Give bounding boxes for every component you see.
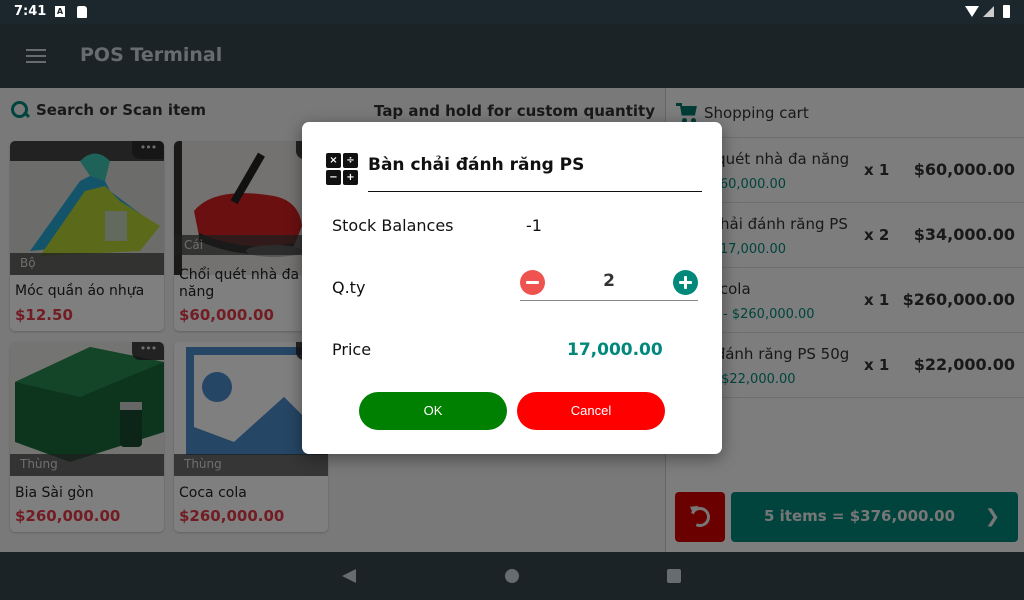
sd-card-icon (77, 6, 87, 18)
dialog-title: Bàn chải đánh răng PS (368, 155, 585, 175)
quantity-input[interactable]: 2 (520, 271, 698, 291)
cancel-button[interactable]: Cancel (517, 392, 665, 430)
battery-icon (1003, 5, 1010, 18)
wifi-icon (965, 6, 979, 17)
stock-label: Stock Balances (332, 216, 454, 235)
price-value[interactable]: 17,000.00 (567, 340, 663, 360)
screen: 7:41 A POS Terminal Search or Scan item … (0, 0, 1024, 600)
quantity-dialog: × ÷ − + Bàn chải đánh răng PS Stock Balance… (302, 122, 722, 454)
status-time: 7:41 (14, 4, 47, 19)
price-label: Price (332, 340, 372, 359)
quantity-stepper: 2 (520, 269, 698, 301)
calculator-icon: × ÷ − + (326, 153, 358, 185)
accessibility-notification-icon: A (55, 6, 65, 17)
ok-button[interactable]: OK (359, 392, 507, 430)
minus-circle-icon[interactable] (520, 270, 545, 295)
cell-signal-icon (983, 6, 994, 17)
title-divider (368, 191, 702, 192)
stock-value: -1 (526, 216, 542, 235)
plus-circle-icon[interactable] (673, 270, 698, 295)
qty-label: Q.ty (332, 278, 366, 297)
status-bar: 7:41 A (0, 0, 1024, 24)
